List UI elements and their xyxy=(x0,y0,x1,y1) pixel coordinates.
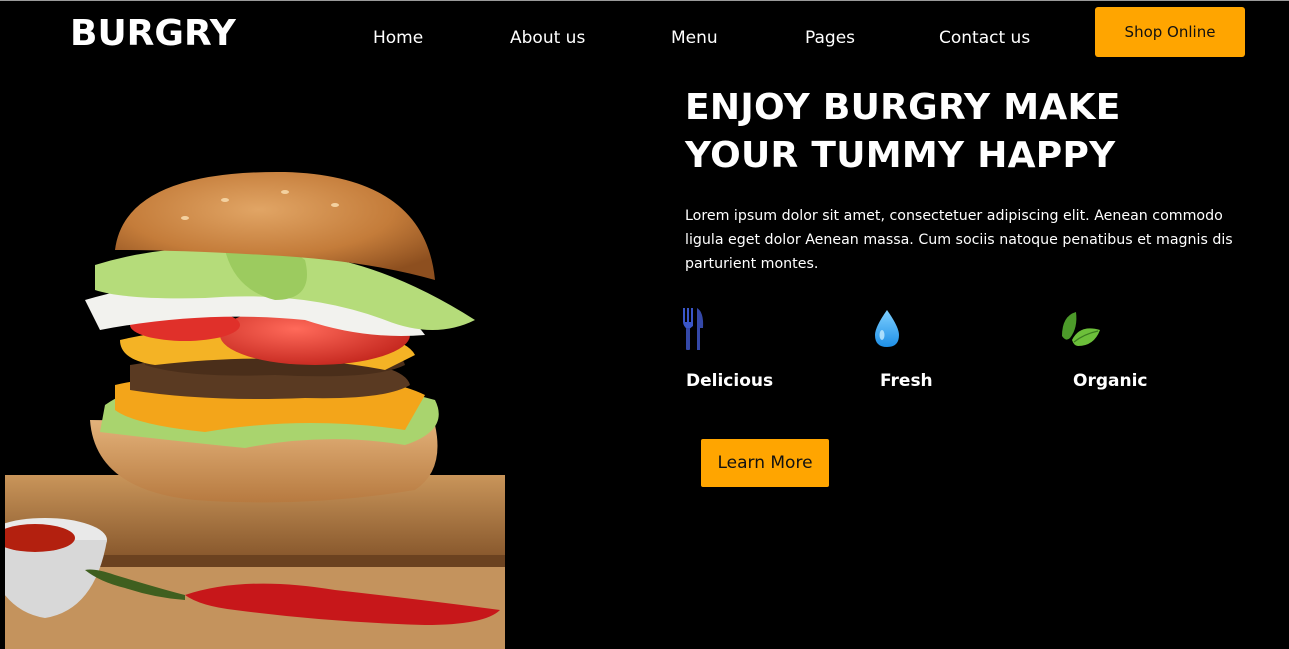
feature-fresh-label: Fresh xyxy=(880,371,933,391)
learn-more-button[interactable]: Learn More xyxy=(701,439,829,487)
hero-headline: ENJOY BURGRY MAKE YOUR TUMMY HAPPY xyxy=(685,84,1205,180)
nav-pages-link[interactable]: Pages xyxy=(805,27,855,49)
brand-logo[interactable]: BURGRY xyxy=(70,12,236,56)
shop-online-button[interactable]: Shop Online xyxy=(1095,7,1245,57)
fork-knife-icon xyxy=(680,306,706,356)
leaf-icon xyxy=(1060,310,1104,354)
headline-line-2: YOUR TUMMY HAPPY xyxy=(685,135,1116,176)
nav-contact-link[interactable]: Contact us xyxy=(939,27,1030,49)
hero-description: Lorem ipsum dolor sit amet, consectetuer… xyxy=(685,208,1233,272)
nav-about-link[interactable]: About us xyxy=(510,27,585,49)
feature-delicious-label: Delicious xyxy=(686,371,774,391)
nav-menu-link[interactable]: Menu xyxy=(671,27,718,49)
feature-organic-label: Organic xyxy=(1073,371,1148,391)
burger-image xyxy=(5,171,505,649)
nav-home-link[interactable]: Home xyxy=(373,27,423,49)
top-border xyxy=(0,0,1289,1)
headline-line-1: ENJOY BURGRY MAKE xyxy=(685,87,1121,128)
water-drop-icon xyxy=(873,309,901,353)
